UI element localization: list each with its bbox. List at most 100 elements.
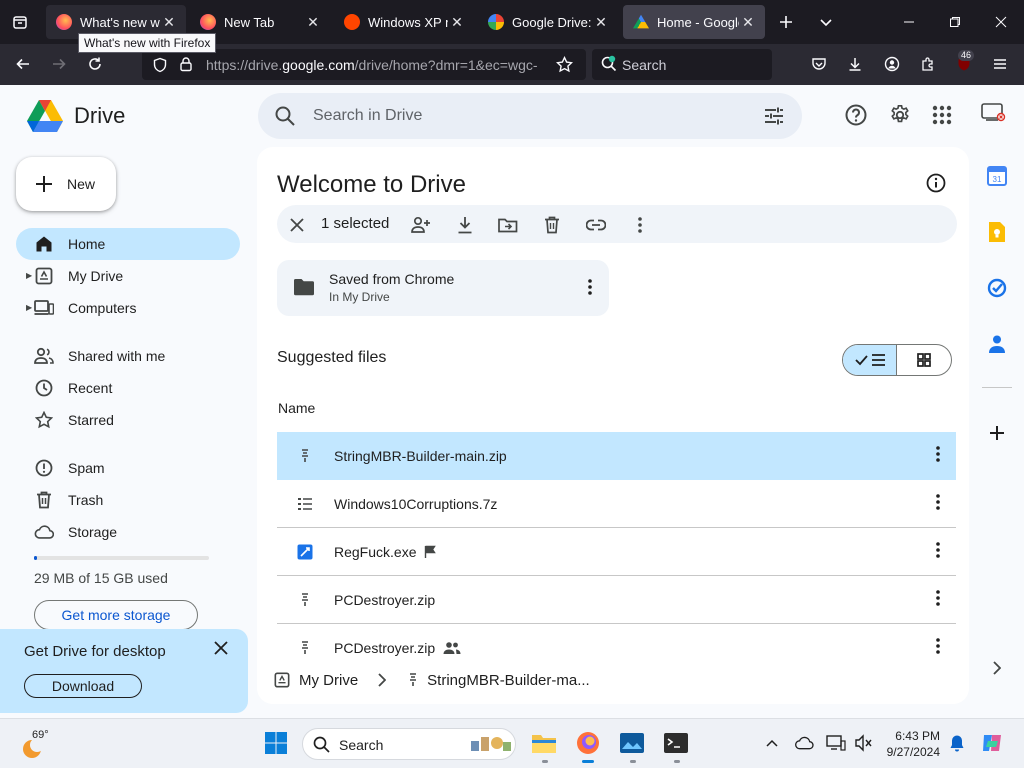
list-view-button[interactable] [843, 345, 898, 375]
sidebar-item-storage[interactable]: Storage [16, 516, 240, 548]
close-icon[interactable] [214, 637, 228, 655]
close-tab-icon[interactable]: ✕ [160, 14, 178, 31]
more-actions-icon[interactable] [936, 542, 940, 558]
share-add-person-icon[interactable] [410, 214, 432, 236]
copilot-icon[interactable] [978, 729, 1006, 757]
restore-icon[interactable] [932, 0, 978, 44]
sidebar-item-computers[interactable]: Computers [16, 292, 240, 324]
contacts-icon[interactable] [984, 331, 1010, 357]
table-row[interactable]: StringMBR-Builder-main.zip [277, 432, 956, 480]
forward-arrow-icon[interactable] [44, 49, 74, 79]
weather-widget[interactable]: 69° [20, 729, 60, 759]
shared-people-icon [443, 641, 461, 655]
firefox-taskbar-icon[interactable] [574, 729, 602, 757]
sidebar-item-home[interactable]: Home [16, 228, 240, 260]
close-tab-icon[interactable]: ✕ [592, 14, 610, 31]
tracking-shield-icon[interactable] [152, 57, 168, 73]
trash-icon[interactable] [541, 214, 563, 236]
notification-bell-icon[interactable] [943, 729, 971, 757]
close-window-icon[interactable] [978, 0, 1024, 44]
extensions-icon[interactable] [913, 49, 943, 79]
more-actions-icon[interactable] [936, 494, 940, 510]
pocket-icon[interactable] [804, 49, 834, 79]
table-row[interactable]: RegFuck.exe [277, 528, 956, 576]
file-name: Windows10Corruptions.7z [334, 495, 498, 512]
back-arrow-icon[interactable] [8, 49, 38, 79]
sidebar-item-spam[interactable]: Spam [16, 452, 240, 484]
reload-icon[interactable] [80, 49, 110, 79]
chevron-up-icon[interactable] [758, 729, 786, 757]
close-tab-icon[interactable]: ✕ [448, 14, 466, 31]
url-text[interactable]: https://drive.google.com/drive/home?dmr=… [206, 57, 546, 73]
drive-logo[interactable]: Drive [26, 99, 125, 133]
url-bar[interactable]: https://drive.google.com/drive/home?dmr=… [142, 49, 586, 80]
tab-list-icon[interactable] [4, 6, 36, 38]
copy-link-icon[interactable] [585, 214, 607, 236]
tab-reddit[interactable]: Windows XP ma ✕ [334, 5, 474, 39]
grid-view-button[interactable] [897, 345, 951, 375]
terminal-icon[interactable] [662, 729, 690, 757]
suggested-folder-card[interactable]: Saved from Chrome In My Drive [277, 260, 609, 316]
breadcrumb-file[interactable]: StringMBR-Builder-ma... [427, 672, 590, 689]
apps-grid-icon[interactable] [928, 101, 956, 129]
breadcrumb-my-drive[interactable]: My Drive [299, 672, 358, 689]
google-icon [488, 14, 504, 30]
search-options-icon[interactable] [764, 106, 784, 126]
more-actions-icon[interactable] [588, 279, 592, 295]
more-actions-icon[interactable] [936, 638, 940, 654]
sidebar-item-shared-with-me[interactable]: Shared with me [16, 340, 240, 372]
close-tab-icon[interactable]: ✕ [304, 14, 322, 31]
menu-hamburger-icon[interactable] [985, 49, 1015, 79]
bookmark-star-icon[interactable] [556, 56, 573, 73]
volume-muted-icon[interactable] [850, 729, 878, 757]
sidebar-item-recent[interactable]: Recent [16, 372, 240, 404]
downloads-icon[interactable] [840, 49, 870, 79]
search-engine-icon [600, 55, 618, 73]
windows-start-icon[interactable] [262, 729, 290, 757]
more-actions-icon[interactable] [936, 446, 940, 462]
more-actions-icon[interactable] [936, 590, 940, 606]
sidebar-item-trash[interactable]: Trash [16, 484, 240, 516]
table-row[interactable]: Windows10Corruptions.7z [277, 480, 956, 528]
sidebar-item-my-drive[interactable]: My Drive [16, 260, 240, 292]
download-button[interactable]: Download [24, 674, 142, 698]
system-clock[interactable]: 6:43 PM 9/27/2024 [880, 728, 940, 760]
close-tab-icon[interactable]: ✕ [739, 14, 757, 31]
add-addon-plus-icon[interactable] [984, 420, 1010, 446]
list-all-tabs-icon[interactable] [810, 6, 842, 38]
tasks-icon[interactable] [984, 275, 1010, 301]
clear-selection-icon[interactable] [286, 214, 308, 236]
sidebar-item-label: Starred [68, 412, 114, 428]
info-icon[interactable] [926, 173, 946, 193]
cloud-icon [34, 524, 54, 540]
tab-home-google-drive[interactable]: Home - Google ✕ [623, 5, 765, 39]
chevron-right-icon[interactable] [984, 655, 1010, 681]
settings-gear-icon[interactable] [886, 101, 914, 129]
account-icon[interactable] [877, 49, 907, 79]
file-explorer-icon[interactable] [530, 729, 558, 757]
calendar-icon[interactable]: 31 [984, 163, 1010, 189]
new-button[interactable]: New [16, 157, 116, 211]
lock-icon[interactable] [178, 56, 194, 72]
minimize-icon[interactable] [886, 0, 932, 44]
column-header-name[interactable]: Name [278, 400, 315, 416]
view-toggle[interactable] [842, 344, 952, 376]
network-display-icon[interactable] [822, 729, 850, 757]
running-indicator [674, 760, 680, 763]
more-actions-icon[interactable] [629, 214, 651, 236]
photos-app-icon[interactable] [618, 729, 646, 757]
onedrive-cloud-icon[interactable] [790, 729, 818, 757]
drive-search-bar[interactable]: Search in Drive [258, 93, 802, 139]
get-more-storage-button[interactable]: Get more storage [34, 600, 198, 630]
table-row[interactable]: PCDestroyer.zip [277, 576, 956, 624]
browser-search-box[interactable]: Search [592, 49, 772, 80]
move-to-folder-icon[interactable] [497, 214, 519, 236]
sidebar-item-starred[interactable]: Starred [16, 404, 240, 436]
taskbar-search[interactable]: Search [302, 728, 516, 760]
search-icon[interactable] [274, 105, 296, 127]
keep-icon[interactable] [984, 219, 1010, 245]
new-tab-icon[interactable] [770, 6, 802, 38]
download-icon[interactable] [454, 214, 476, 236]
help-icon[interactable] [842, 101, 870, 129]
tab-google-drive-share[interactable]: Google Drive: Sh ✕ [478, 5, 618, 39]
